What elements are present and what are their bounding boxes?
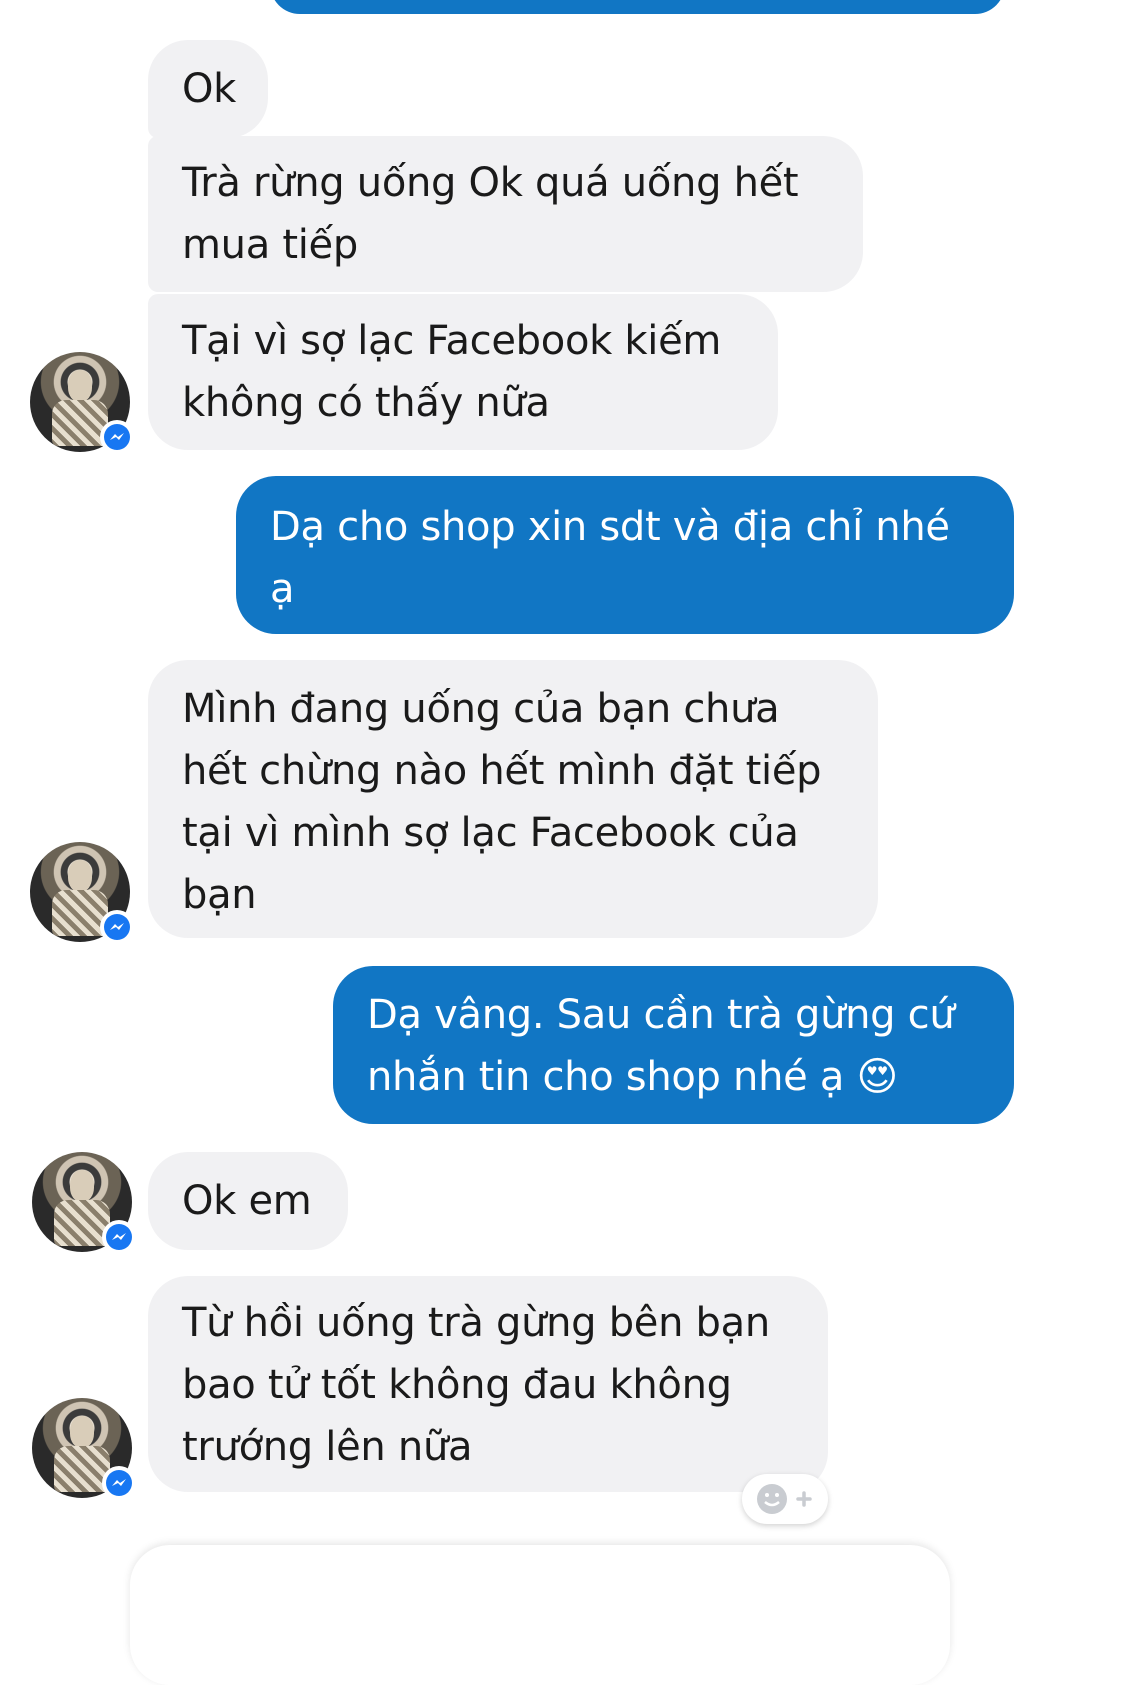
messenger-icon (102, 1220, 136, 1254)
add-reaction-button[interactable] (742, 1474, 828, 1524)
contact-avatar[interactable] (32, 1152, 136, 1254)
message-incoming-ok-em[interactable]: Ok em (148, 1152, 348, 1250)
message-outgoing-da-vang[interactable]: Dạ vâng. Sau cần trà gừng cứ nhắn tin ch… (333, 966, 1014, 1124)
add-reaction-icon (742, 1484, 828, 1528)
message-outgoing-sdt[interactable]: Dạ cho shop xin sdt và địa chỉ nhé ạ (236, 476, 1014, 634)
outgoing-bubble-partial (270, 0, 1005, 14)
message-incoming-so-lac[interactable]: Tại vì sợ lạc Facebook kiếm không có thấ… (148, 294, 778, 450)
messenger-icon (102, 1466, 136, 1500)
message-incoming-tu-hoi[interactable]: Từ hồi uống trà gừng bên bạn bao tử tốt … (148, 1276, 828, 1492)
message-incoming-ok[interactable]: Ok (148, 40, 268, 138)
contact-avatar[interactable] (30, 842, 134, 944)
contact-avatar[interactable] (32, 1398, 136, 1500)
bottom-partial-card (130, 1545, 950, 1685)
messenger-icon (100, 420, 134, 454)
contact-avatar[interactable] (30, 352, 134, 454)
message-incoming-dang-uong[interactable]: Mình đang uống của bạn chưa hết chừng nà… (148, 660, 878, 938)
messenger-icon (100, 910, 134, 944)
message-incoming-tra-rung[interactable]: Trà rừng uống Ok quá uống hết mua tiếp (148, 136, 863, 292)
